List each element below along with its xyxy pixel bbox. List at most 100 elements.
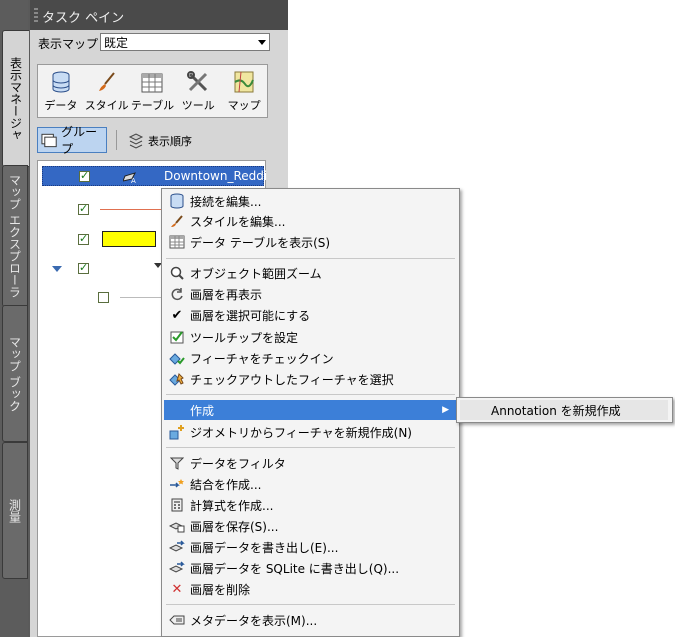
brush-icon (169, 213, 185, 229)
tools-icon (187, 71, 208, 92)
menu-icon-placeholder (169, 402, 185, 418)
menu-item-set-tooltip[interactable]: ツールチップを設定 (164, 327, 457, 347)
data-label: データ (44, 99, 78, 112)
toolbar: データ スタイル テーブル ツール マップ (37, 64, 268, 118)
tools-label: ツール (181, 99, 215, 112)
style-button[interactable]: スタイル (84, 65, 130, 117)
menu-item-create[interactable]: 作成 ▶ (164, 400, 457, 420)
group-button[interactable]: グループ (37, 125, 107, 156)
delete-icon: ✕ (171, 581, 183, 597)
tools-button[interactable]: ツール (175, 65, 221, 117)
menu-item-check-in-features[interactable]: フィーチャをチェックイン (164, 348, 457, 368)
export-icon (169, 539, 185, 555)
menu-item-label: データをフィルタ (190, 456, 286, 471)
refresh-icon (169, 286, 185, 302)
menu-item-label: 接続を編集... (190, 194, 262, 209)
grip-icon[interactable] (34, 8, 38, 24)
menu-item-label: ツールチップを設定 (190, 330, 299, 345)
polygon-style-swatch (102, 231, 156, 247)
brush-icon (98, 72, 115, 91)
menu-item-label: データ テーブルを表示(S) (190, 235, 331, 250)
layer-checkbox[interactable] (78, 232, 89, 245)
data-button[interactable]: データ (38, 65, 84, 117)
task-pane-title: タスク ペイン (42, 11, 125, 26)
menu-item-create-calculation[interactable]: 計算式を作成... (164, 495, 457, 515)
menu-item-label: オブジェクト範囲ズーム (190, 266, 322, 281)
table-button[interactable]: テーブル (130, 65, 176, 117)
layer-checkbox[interactable] (98, 292, 109, 303)
annotation-layer-icon: A (123, 172, 136, 184)
menu-item-export-sqlite[interactable]: 画層データを SQLite に書き出し(Q)... (164, 558, 457, 578)
draw-order-button[interactable]: 表示順序 (128, 133, 192, 149)
map-button[interactable]: マップ (221, 65, 267, 117)
menu-item-edit-connection[interactable]: 接続を編集... (164, 191, 457, 211)
layer-checkbox[interactable] (78, 202, 89, 215)
calculator-icon (169, 497, 185, 513)
layer-context-menu: 接続を編集... スタイルを編集... データ テーブルを表示(S) オブジェク… (161, 188, 460, 637)
menu-separator (166, 447, 455, 448)
geometry-feature-icon (169, 424, 185, 440)
menu-item-zoom-extents[interactable]: オブジェクト範囲ズーム (164, 263, 457, 283)
menu-item-label: フィーチャをチェックイン (190, 351, 334, 366)
checkout-select-icon (169, 371, 185, 387)
map-label-text: マップ (227, 99, 261, 112)
menu-item-edit-style[interactable]: スタイルを編集... (164, 211, 457, 231)
filter-icon (169, 455, 185, 471)
map-dropdown-value: 既定 (104, 36, 129, 50)
menu-item-filter-data[interactable]: データをフィルタ (164, 453, 457, 473)
task-pane-titlebar[interactable]: タスク ペイン (30, 0, 288, 30)
group-label: グループ (61, 125, 98, 156)
create-submenu: Annotation を新規作成 (456, 397, 673, 423)
menu-item-label: ジオメトリからフィーチャを新規作成(N) (190, 425, 412, 440)
map-dropdown[interactable]: 既定 (100, 33, 270, 51)
menu-item-show-data-table[interactable]: データ テーブルを表示(S) (164, 232, 457, 252)
layer-name: Downtown_Reddi (164, 169, 268, 183)
metadata-icon (169, 612, 185, 628)
svg-text:A: A (131, 177, 136, 184)
tab-display-manager[interactable]: 表示マネージャ (2, 30, 29, 167)
menu-item-delete-layer[interactable]: ✕ 画層を削除 (164, 579, 457, 599)
menu-item-label: 結合を作成... (190, 477, 262, 492)
save-layer-icon (169, 518, 185, 534)
submenu-item-label: Annotation を新規作成 (491, 403, 621, 418)
database-icon (169, 193, 185, 209)
menu-item-save-layer[interactable]: 画層を保存(S)... (164, 516, 457, 536)
submenu-item-new-annotation[interactable]: Annotation を新規作成 (460, 400, 668, 420)
layer-row[interactable]: A Downtown_Reddi (42, 166, 268, 186)
tab-survey[interactable]: 測量 (2, 442, 28, 579)
draw-order-label: 表示順序 (148, 135, 192, 148)
menu-item-refresh-layer[interactable]: 画層を再表示 (164, 284, 457, 304)
tab-map-book[interactable]: マップ ブック (2, 305, 28, 442)
submenu-arrow-icon: ▶ (442, 405, 449, 415)
draw-order-icon (128, 133, 144, 149)
menu-item-label: メタデータを表示(M)... (190, 613, 318, 628)
menu-item-label: スタイルを編集... (190, 214, 286, 229)
toolbar-separator (116, 130, 117, 150)
menu-item-export-layer-data[interactable]: 画層データを書き出し(E)... (164, 537, 457, 557)
menu-item-new-feature-from-geometry[interactable]: ジオメトリからフィーチャを新規作成(N) (164, 422, 457, 442)
layer-checkbox[interactable] (78, 261, 89, 274)
table-icon (169, 234, 185, 250)
menu-item-label: 画層を保存(S)... (190, 519, 279, 534)
menu-item-show-metadata[interactable]: メタデータを表示(M)... (164, 610, 457, 630)
join-icon (169, 476, 185, 492)
tab-map-explorer[interactable]: マップ エクスプローラ (2, 165, 28, 307)
menu-separator (166, 258, 455, 259)
tooltip-icon (169, 329, 185, 345)
menu-item-select-checked-out[interactable]: チェックアウトしたフィーチャを選択 (164, 369, 457, 389)
style-label: スタイル (84, 99, 129, 112)
menu-item-label: 画層を選択可能にする (190, 308, 311, 323)
expand-arrow-icon[interactable] (52, 266, 62, 272)
checkin-icon (169, 350, 185, 366)
menu-item-layer-selectable[interactable]: ✔ 画層を選択可能にする (164, 305, 457, 325)
map-icon (234, 71, 255, 93)
chevron-down-icon (258, 40, 266, 45)
menu-item-create-join[interactable]: 結合を作成... (164, 474, 457, 494)
menu-item-label: 画層を再表示 (190, 287, 263, 302)
database-icon (52, 71, 70, 93)
checkmark-icon: ✔ (171, 307, 183, 323)
menu-item-label: 作成 (190, 403, 215, 418)
layer-checkbox[interactable] (79, 169, 90, 182)
menu-separator (166, 394, 455, 395)
zoom-extents-icon (169, 265, 185, 281)
